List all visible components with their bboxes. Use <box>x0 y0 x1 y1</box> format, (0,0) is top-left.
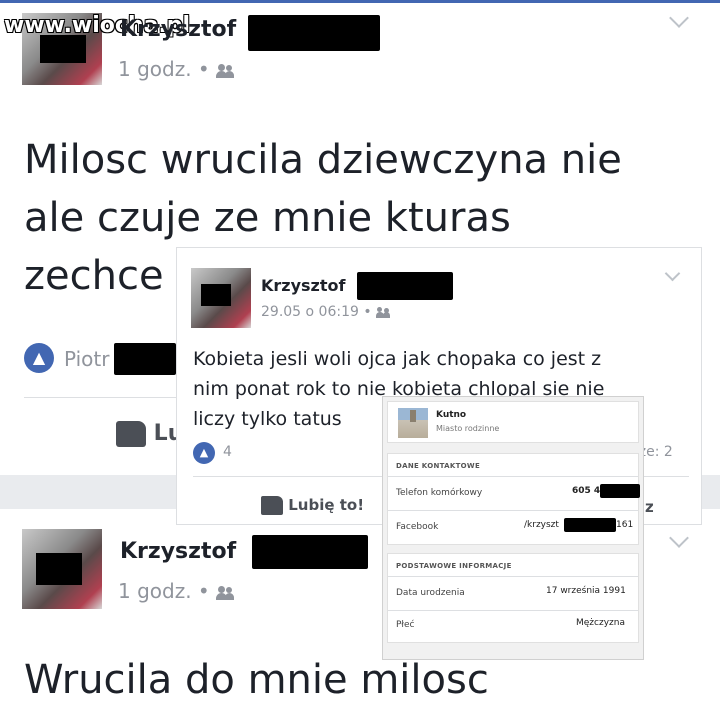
birth-label: Data urodzenia <box>396 588 465 598</box>
redacted-facebook <box>564 518 616 532</box>
basic-info-header: PODSTAWOWE INFORMACJE <box>396 562 512 570</box>
redacted-surname <box>252 535 368 569</box>
post-time-text: 1 godz. • <box>118 579 210 603</box>
avatar[interactable] <box>22 529 102 609</box>
like-count[interactable]: 4 <box>223 444 232 460</box>
like-reaction-icon: ▲ <box>193 442 215 464</box>
redacted-surname <box>357 272 453 300</box>
friends-icon <box>216 63 235 78</box>
post-text-line: liczy tylko tatus <box>193 408 342 430</box>
thumbs-up-icon <box>116 421 146 447</box>
divider <box>388 576 638 577</box>
avatar[interactable] <box>191 268 251 328</box>
contact-header: DANE KONTAKTOWE <box>396 462 481 470</box>
city-name: Kutno <box>436 410 467 420</box>
post-text-line: zechce <box>24 253 164 299</box>
divider <box>388 610 638 611</box>
chevron-down-icon[interactable] <box>669 528 689 548</box>
comment-button-fragment[interactable]: z <box>645 498 654 516</box>
like-button[interactable]: Lu <box>116 421 183 447</box>
liker-name[interactable]: Piotr <box>64 347 109 371</box>
gender-value: Mężczyzna <box>576 618 625 628</box>
face-censor-bar <box>36 553 82 585</box>
post-time-text: 29.05 o 06:19 • <box>261 304 372 320</box>
redacted-surname <box>248 15 380 51</box>
author-name[interactable]: Krzysztof <box>261 276 345 295</box>
facebook-label: Facebook <box>396 522 439 532</box>
divider <box>388 476 638 477</box>
post-time[interactable]: 29.05 o 06:19 • <box>261 304 391 320</box>
phone-label: Telefon komórkowy <box>396 488 483 498</box>
friends-icon <box>216 585 235 600</box>
like-button-label: Lubię to! <box>288 496 365 514</box>
post-time[interactable]: 1 godz. • <box>118 579 235 603</box>
contact-section: DANE KONTAKTOWE Telefon komórkowy 605 4 … <box>387 453 640 545</box>
post-text-line: ale czuje ze mnie kturas <box>24 195 511 241</box>
author-name[interactable]: Krzysztof <box>120 539 236 564</box>
city-subtitle: Miasto rodzinne <box>436 424 500 433</box>
basic-info-section: PODSTAWOWE INFORMACJE Data urodzenia 17 … <box>387 553 639 643</box>
birth-value: 17 września 1991 <box>546 586 626 596</box>
city-hall-icon <box>398 408 428 438</box>
facebook-value-end: 161 <box>616 520 634 530</box>
redacted-liker <box>114 343 176 375</box>
hometown-row[interactable]: Kutno Miasto rodzinne <box>387 401 639 443</box>
friends-icon <box>376 306 391 318</box>
thumbs-up-icon <box>261 496 283 515</box>
post-text-line: Kobieta jesli woli ojca jak chopaka co j… <box>193 348 602 370</box>
gender-label: Płeć <box>396 620 415 630</box>
profile-info-card: Kutno Miasto rodzinne DANE KONTAKTOWE Te… <box>382 396 644 660</box>
post-time[interactable]: 1 godz. • <box>118 57 235 81</box>
post-time-text: 1 godz. • <box>118 57 210 81</box>
phone-value[interactable]: 605 4 <box>572 486 600 496</box>
chevron-down-icon[interactable] <box>669 8 689 28</box>
facebook-value[interactable]: /krzyszt <box>524 520 559 530</box>
like-reaction-icon: ▲ <box>24 343 54 373</box>
redacted-phone <box>600 484 640 498</box>
post-text-line: Milosc wrucila dziewczyna nie <box>24 137 622 183</box>
divider <box>388 510 638 511</box>
chevron-down-icon[interactable] <box>664 265 681 282</box>
like-button[interactable]: Lubię to! <box>261 496 364 515</box>
face-censor-bar <box>201 284 231 306</box>
author-name[interactable]: Krzysztof <box>120 17 236 42</box>
face-censor-bar <box>40 35 86 63</box>
